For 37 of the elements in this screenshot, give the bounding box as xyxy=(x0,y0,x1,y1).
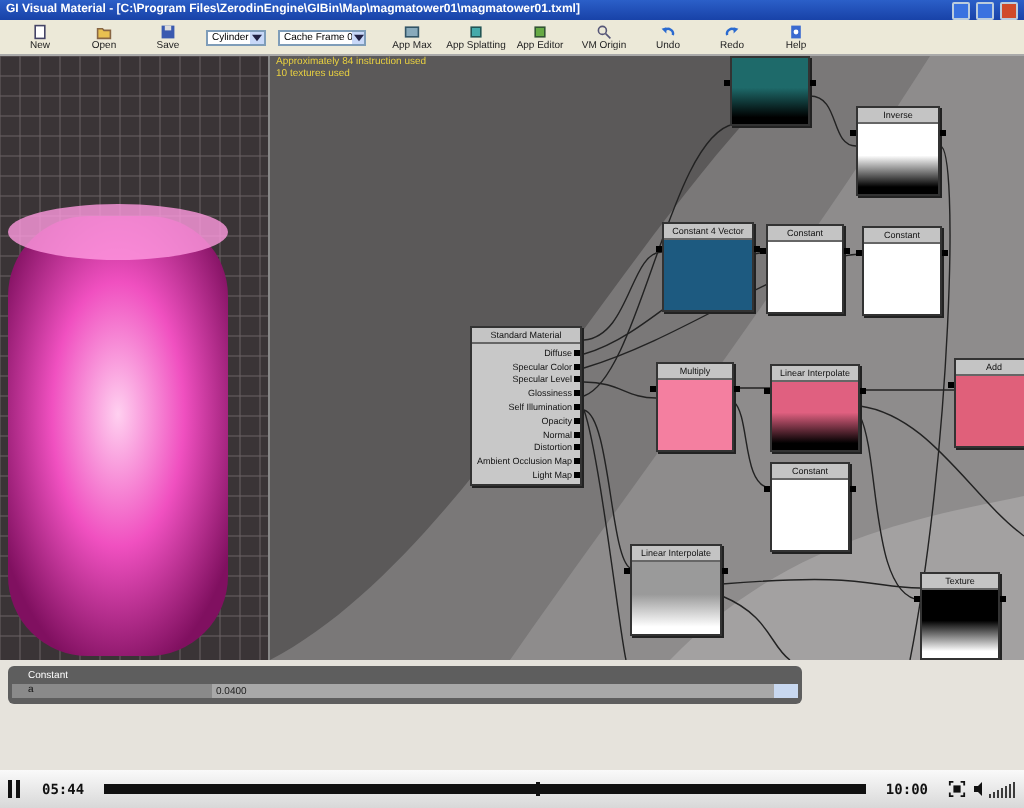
port-handle[interactable] xyxy=(764,486,770,492)
pause-button[interactable] xyxy=(6,780,22,798)
port-handle[interactable] xyxy=(734,386,740,392)
port-handle[interactable] xyxy=(850,486,856,492)
maximize-button[interactable] xyxy=(976,1,994,19)
spin-button[interactable] xyxy=(774,684,798,698)
undo-arrow-icon xyxy=(660,23,676,39)
port-handle[interactable] xyxy=(1000,596,1006,602)
port-handle[interactable] xyxy=(940,130,946,136)
caret-icon xyxy=(252,33,262,41)
port-handle[interactable] xyxy=(624,568,630,574)
port-handle[interactable] xyxy=(764,388,770,394)
monitor-icon xyxy=(404,23,420,39)
connection-wire xyxy=(721,595,791,660)
port-handle[interactable] xyxy=(942,250,948,256)
redo-arrow-icon xyxy=(724,23,740,39)
port-handle[interactable] xyxy=(860,388,866,394)
document-icon xyxy=(32,23,48,39)
connection-wire xyxy=(809,95,857,147)
port-handle[interactable] xyxy=(850,130,856,136)
minimize-button[interactable] xyxy=(952,1,970,19)
magnifier-icon xyxy=(596,23,612,39)
help-book-icon xyxy=(788,23,804,39)
port-handle[interactable] xyxy=(650,386,656,392)
caret-icon xyxy=(353,33,364,41)
box-icon xyxy=(468,23,484,39)
close-button[interactable] xyxy=(1000,1,1018,19)
port-handle[interactable] xyxy=(656,246,662,252)
fullscreen-icon[interactable] xyxy=(948,780,966,798)
port-handle[interactable] xyxy=(948,382,954,388)
port-handle[interactable] xyxy=(724,80,730,86)
port-handle[interactable] xyxy=(810,80,816,86)
progress-track[interactable] xyxy=(104,784,866,794)
port-handle[interactable] xyxy=(914,596,920,602)
port-handle[interactable] xyxy=(722,568,728,574)
volume-icon[interactable] xyxy=(974,780,1018,798)
box-icon xyxy=(532,23,548,39)
